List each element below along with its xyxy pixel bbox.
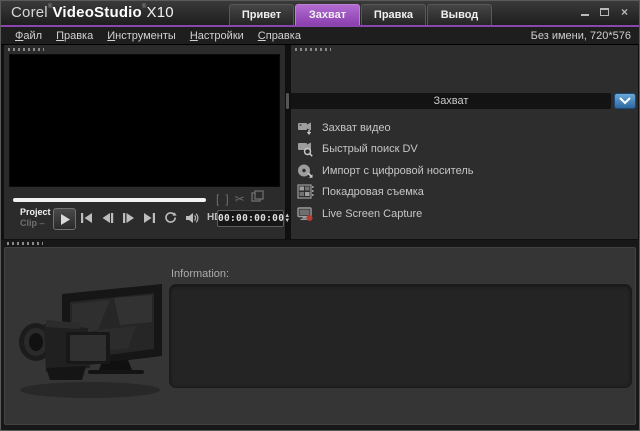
split-clip-button[interactable]: ✂ [235,192,245,206]
tab-welcome[interactable]: Привет [229,4,294,25]
prev-frame-icon [101,212,114,224]
information-box [169,284,632,388]
capture-item-label: Импорт с цифровой носитель [322,165,474,177]
minimize-button[interactable] [578,6,591,17]
volume-button[interactable] [185,212,199,224]
menu-settings[interactable]: Настройки [190,30,244,42]
capture-item-label: Быстрый поиск DV [322,143,418,155]
stop-motion-icon [297,184,314,200]
capture-item-label: Покадровая съемка [322,186,424,198]
capture-header-label: Захват [434,95,469,107]
title-bar: Corel®VideoStudio®X10 Привет Захват Прав… [1,1,639,25]
menu-edit[interactable]: Правка [56,30,93,42]
bottom-region: Information: [1,240,639,430]
live-screen-capture-icon [297,206,314,222]
grab-frame-icon [251,190,264,203]
prev-frame-button[interactable] [101,212,114,224]
capture-item-dv-scan[interactable]: Быстрый поиск DV [297,139,632,161]
speaker-icon [185,212,199,224]
close-button[interactable]: × [618,6,631,17]
dv-quick-scan-icon [297,141,314,157]
menu-bar: Файл Правка Инструменты Настройки Справк… [1,27,639,45]
panel-collapse-button[interactable] [614,93,636,109]
project-status: Без имени, 720*576 [531,30,631,42]
panel-grip[interactable] [295,48,331,51]
capture-item-label: Live Screen Capture [322,208,422,220]
repeat-button[interactable] [164,211,177,224]
tab-edit[interactable]: Правка [361,4,426,25]
window-controls: × [578,6,631,17]
mark-in-button[interactable]: [ [216,192,219,206]
app-window: Corel®VideoStudio®X10 Привет Захват Прав… [0,0,640,431]
grab-frame-button[interactable] [251,190,264,208]
menu-file[interactable]: Файл [15,30,42,42]
jump-end-button[interactable] [143,212,156,224]
capture-options-list: Захват видео Быстрый поиск DV [297,117,632,225]
capture-item-video[interactable]: Захват видео [297,117,632,139]
next-frame-button[interactable] [122,212,135,224]
logo-version: X10 [147,4,174,21]
repeat-icon [164,211,177,224]
menu-help[interactable]: Справка [258,30,301,42]
tab-share[interactable]: Вывод [427,4,492,25]
jump-end-icon [143,212,156,224]
camcorder-tv-illustration [10,276,168,416]
play-icon [59,213,71,226]
logo-product: VideoStudio [52,4,141,21]
timecode-value[interactable]: 00:00:00:00 [218,213,284,224]
maximize-icon [600,8,609,16]
panel-splitter[interactable] [286,93,289,109]
timecode-spinner[interactable]: ▲▼ [284,214,290,224]
trim-toolbar: [ ] ✂ [216,191,282,207]
minimize-icon [581,14,589,16]
maximize-button[interactable] [598,6,611,17]
preview-panel: [ ] ✂ Project – Clip – [4,45,285,239]
capture-item-label: Захват видео [322,122,391,134]
logo-corel: Corel [11,4,48,21]
capture-panel: Захват Захват видео [291,45,638,239]
workspace-tabs: Привет Захват Правка Вывод [229,4,492,25]
play-button[interactable] [53,208,76,230]
capture-item-digital-media[interactable]: Импорт с цифровой носитель [297,160,632,182]
panel-grip[interactable] [8,48,44,51]
digital-media-import-icon [297,163,314,179]
next-frame-icon [122,212,135,224]
chevron-down-icon [619,97,631,105]
capture-header: Захват [291,93,611,109]
capture-item-stop-motion[interactable]: Покадровая съемка [297,182,632,204]
video-preview [9,54,280,187]
tab-capture[interactable]: Захват [295,4,360,25]
information-label: Information: [171,268,229,280]
jump-start-button[interactable] [80,212,93,224]
close-icon: × [621,7,628,17]
spinner-down-icon[interactable]: ▼ [284,219,290,224]
panel-grip[interactable] [7,242,43,245]
information-panel: Information: [4,247,636,425]
capture-video-icon [297,120,314,136]
menu-tools[interactable]: Инструменты [107,30,176,42]
timecode-box[interactable]: 00:00:00:00 ▲▼ [217,210,284,227]
capture-item-live-screen[interactable]: Live Screen Capture [297,203,632,225]
jump-start-icon [80,212,93,224]
mark-out-button[interactable]: ] [225,192,228,206]
seek-bar[interactable] [13,198,206,202]
app-logo: Corel®VideoStudio®X10 [11,4,174,21]
transport-controls: HD [80,211,221,224]
